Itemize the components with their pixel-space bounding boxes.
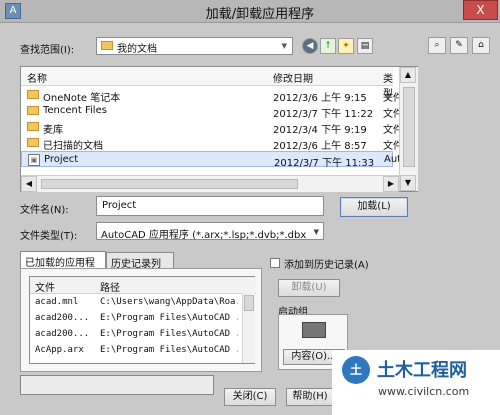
unload-button[interactable]: 卸载(U) bbox=[278, 279, 340, 297]
tools-icon[interactable]: ✎ bbox=[450, 37, 468, 54]
watermark-url: www.civilcn.com bbox=[378, 385, 470, 398]
loaded-file: acad.mnl bbox=[35, 297, 79, 307]
loaded-apps-header: 文件 路径 bbox=[30, 277, 256, 294]
file-row[interactable]: 已扫描的文档 2012/3/6 上午 8:57 文件 bbox=[21, 135, 403, 152]
close-icon[interactable]: X bbox=[463, 0, 498, 20]
loaded-apps-table[interactable]: 文件 路径 acad.mnl C:\Users\wang\AppData\Roa… bbox=[29, 276, 256, 364]
loaded-path: E:\Program Files\AutoCAD ... bbox=[100, 345, 238, 355]
file-date: 2012/3/7 下午 11:22 bbox=[273, 109, 374, 120]
path-column[interactable]: 路径 bbox=[100, 279, 120, 294]
date-column[interactable]: 修改日期 bbox=[273, 70, 313, 85]
file-date: 2012/3/4 下午 9:19 bbox=[273, 125, 367, 136]
file-row[interactable]: Tencent Files 2012/3/7 下午 11:22 文件 bbox=[21, 103, 403, 120]
loaded-path: C:\Users\wang\AppData\Roa... bbox=[100, 297, 238, 307]
load-button[interactable]: 加载(L) bbox=[340, 197, 408, 217]
close-button[interactable]: 关闭(C) bbox=[224, 388, 276, 406]
file-row[interactable]: 麦库 2012/3/4 下午 9:19 文件 bbox=[21, 119, 403, 136]
loaded-path: E:\Program Files\AutoCAD ... bbox=[100, 329, 238, 339]
horizontal-scrollbar[interactable]: ◀ ▶ bbox=[21, 175, 399, 192]
new-folder-icon[interactable]: ✦ bbox=[338, 38, 354, 54]
file-name: 已扫描的文档 bbox=[43, 141, 103, 152]
vertical-scrollbar[interactable]: ▲ ▼ bbox=[399, 67, 418, 191]
file-icon: ▣ bbox=[28, 154, 40, 166]
file-date: 2012/3/6 上午 8:57 bbox=[273, 141, 367, 152]
help-button[interactable]: 帮助(H) bbox=[286, 388, 334, 406]
folder-icon bbox=[27, 138, 39, 147]
filename-label: 文件名(N): bbox=[20, 205, 69, 216]
help-icon[interactable]: ⌂ bbox=[472, 37, 490, 54]
folder-icon bbox=[27, 122, 39, 131]
file-name: OneNote 笔记本 bbox=[43, 93, 121, 104]
file-list-header: 名称 修改日期 类型 bbox=[21, 67, 393, 100]
search-icon[interactable]: ⌕ bbox=[428, 37, 446, 54]
file-name: Tencent Files bbox=[43, 105, 107, 116]
filetype-value: AutoCAD 应用程序 (*.arx;*.lsp;*.dvb;*.dbx;*.… bbox=[101, 230, 306, 241]
file-name: 麦库 bbox=[43, 125, 63, 136]
file-row[interactable]: OneNote 笔记本 2012/3/6 上午 9:15 文件 bbox=[21, 87, 403, 104]
loaded-table-scrollbar[interactable] bbox=[242, 293, 255, 363]
back-icon[interactable]: ◀ bbox=[302, 38, 318, 54]
filename-value: Project bbox=[102, 200, 137, 211]
file-row-selected[interactable]: ▣ Project 2012/3/7 下午 11:33 Auto bbox=[21, 151, 404, 169]
status-field bbox=[20, 375, 214, 395]
app-icon: A bbox=[5, 3, 21, 19]
loaded-table-scroll-thumb[interactable] bbox=[244, 295, 254, 311]
file-name: Project bbox=[44, 154, 79, 165]
vertical-scroll-thumb[interactable] bbox=[403, 87, 415, 167]
chevron-down-icon: ▼ bbox=[281, 42, 287, 50]
search-label: 查找范围(I): bbox=[20, 45, 75, 56]
view-menu-icon[interactable]: ▤ bbox=[357, 38, 373, 54]
file-date: 2012/3/6 上午 9:15 bbox=[273, 93, 367, 104]
history-checkbox[interactable] bbox=[270, 258, 280, 268]
horizontal-scroll-thumb[interactable] bbox=[41, 179, 298, 189]
loaded-file: AcApp.arx bbox=[35, 345, 84, 355]
location-combo[interactable]: 我的文档 ▼ bbox=[96, 37, 293, 55]
file-column[interactable]: 文件 bbox=[35, 279, 55, 294]
history-checkbox-label: 添加到历史记录(A) bbox=[284, 260, 369, 271]
filetype-select[interactable]: AutoCAD 应用程序 (*.arx;*.lsp;*.dvb;*.dbx;*.… bbox=[96, 222, 324, 241]
file-date: 2012/3/7 下午 11:33 bbox=[274, 158, 375, 169]
loaded-path: E:\Program Files\AutoCAD ... bbox=[100, 313, 238, 323]
folder-icon bbox=[27, 90, 39, 99]
scroll-up-icon[interactable]: ▲ bbox=[400, 67, 416, 83]
folder-icon bbox=[101, 41, 113, 50]
file-list[interactable]: 名称 修改日期 类型 OneNote 笔记本 2012/3/6 上午 9:15 … bbox=[20, 66, 418, 192]
loaded-file: acad200... bbox=[35, 313, 90, 323]
filename-input[interactable]: Project bbox=[96, 196, 324, 216]
tab-loaded-apps[interactable]: 已加载的应用程序 bbox=[20, 251, 106, 284]
location-value: 我的文档 bbox=[117, 44, 157, 55]
loaded-apps-panel: 文件 路径 acad.mnl C:\Users\wang\AppData\Roa… bbox=[20, 268, 262, 372]
site-logo: 土 bbox=[342, 356, 370, 384]
briefcase-icon bbox=[302, 322, 326, 338]
loaded-file: acad200... bbox=[35, 329, 90, 339]
name-column[interactable]: 名称 bbox=[27, 70, 47, 85]
scroll-down-icon[interactable]: ▼ bbox=[400, 175, 416, 191]
scroll-right-icon[interactable]: ▶ bbox=[383, 176, 399, 192]
watermark-title: 土木工程网 bbox=[377, 360, 467, 381]
up-folder-icon[interactable]: ↑ bbox=[320, 38, 336, 54]
filetype-label: 文件类型(T): bbox=[20, 231, 78, 242]
window-title: 加载/卸载应用程序 bbox=[205, 7, 315, 22]
folder-icon bbox=[27, 106, 39, 115]
scroll-left-icon[interactable]: ◀ bbox=[21, 176, 37, 192]
